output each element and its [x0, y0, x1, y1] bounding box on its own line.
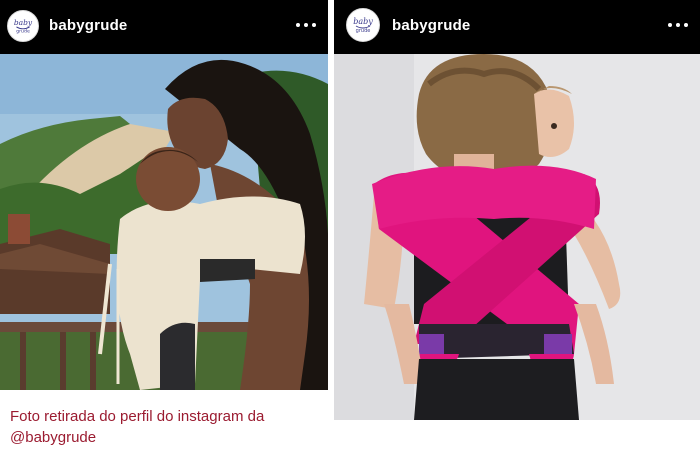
svg-text:baby: baby [353, 17, 373, 26]
svg-text:baby: baby [14, 18, 33, 27]
username[interactable]: babygrude [49, 17, 127, 34]
instagram-post-right: baby grude babygrude [334, 0, 700, 420]
more-options-icon[interactable] [296, 17, 316, 33]
photo-caption: Foto retirada do perfil do instagram da … [10, 408, 265, 446]
avatar[interactable]: baby grude [7, 10, 39, 42]
instagram-post-left: baby grude babygrude Foto retirada do pe… [0, 0, 328, 458]
avatar[interactable]: baby grude [346, 8, 380, 42]
babygrude-logo-icon: baby grude [348, 10, 378, 40]
username[interactable]: babygrude [392, 17, 470, 34]
babygrude-logo-icon: baby grude [8, 11, 38, 41]
more-options-icon[interactable] [668, 17, 688, 33]
svg-text:grude: grude [16, 29, 30, 35]
post-photo-mother-baby-front-carrier [0, 54, 328, 390]
svg-text:grude: grude [356, 28, 371, 34]
post-header: baby grude babygrude [0, 0, 328, 54]
post-photo-woman-back-wrap-carrier [334, 54, 700, 420]
post-header: baby grude babygrude [334, 0, 700, 54]
